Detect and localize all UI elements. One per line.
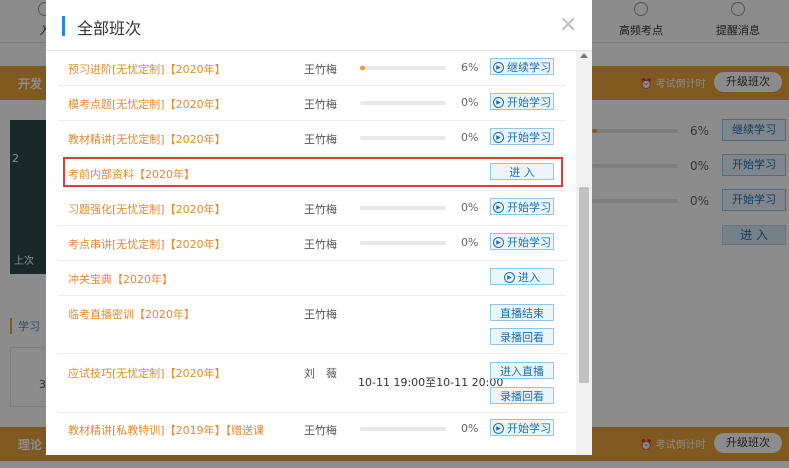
live-ended-button[interactable]: 直播结束 — [490, 304, 554, 321]
scroll-up-arrow-icon[interactable] — [580, 53, 588, 58]
progress-percent: 6% — [461, 61, 479, 74]
course-name-link[interactable]: 临考直播密训【2020年】 — [68, 306, 195, 322]
all-courses-modal: 全部班次 × 预习进阶[无忧定制]【2020年】 王竹梅 6% ▶ 继续学习 模考… — [46, 0, 592, 455]
progress-percent: 0% — [461, 131, 479, 144]
start-study-button[interactable]: ▶ 开始学习 — [490, 198, 554, 215]
course-row: 临考直播密训【2020年】 王竹梅 直播结束 录播回看 — [58, 296, 566, 354]
progress-bar — [360, 136, 446, 140]
enter-live-button[interactable]: 进入直播 — [490, 362, 554, 379]
modal-header: 全部班次 × — [46, 0, 592, 51]
play-icon: ▶ — [493, 422, 504, 434]
course-row: 模考点题[无忧定制]【2020年】 王竹梅 0% ▶ 开始学习 — [58, 86, 566, 121]
course-row: 教材精讲[无忧定制]【2020年】 王竹梅 0% ▶ 开始学习 — [58, 121, 566, 156]
course-name-link[interactable]: 习题强化[无忧定制]【2020年】 — [68, 201, 226, 217]
course-name-link[interactable]: 预习进阶[无忧定制]【2020年】 — [68, 61, 226, 77]
teacher-name: 王竹梅 — [304, 63, 337, 76]
button-label: 开始学习 — [507, 131, 551, 144]
close-icon[interactable]: × — [559, 12, 577, 38]
course-row: 应试技巧[无忧定制]【2020年】 刘 薇 10-11 19:00至10-11 … — [58, 354, 566, 413]
teacher-name: 王竹梅 — [304, 203, 337, 216]
start-study-button[interactable]: ▶ 开始学习 — [490, 419, 554, 436]
teacher-name: 王竹梅 — [304, 424, 337, 437]
scrollbar[interactable] — [576, 51, 592, 455]
progress-percent: 0% — [461, 422, 479, 435]
progress-bar — [360, 241, 446, 245]
course-row: 冲关宝典【2020年】 ▶ 进入 — [58, 261, 566, 296]
play-icon: ▶ — [493, 236, 504, 248]
teacher-name: 王竹梅 — [304, 98, 337, 111]
progress-bar — [360, 101, 446, 105]
button-label: 继续学习 — [507, 61, 551, 74]
progress-bar — [360, 206, 446, 210]
play-icon: ▶ — [493, 201, 504, 213]
course-name-link[interactable]: 应试技巧[无忧定制]【2020年】 — [68, 365, 226, 381]
play-icon: ▶ — [493, 131, 504, 143]
course-name-link[interactable]: 考点串讲[无忧定制]【2020年】 — [68, 236, 226, 252]
start-study-button[interactable]: ▶ 开始学习 — [490, 233, 554, 250]
play-icon: ▶ — [493, 61, 504, 73]
progress-fill — [360, 66, 366, 70]
course-row: 预习进阶[无忧定制]【2020年】 王竹梅 6% ▶ 继续学习 — [58, 51, 566, 86]
highlight-box — [63, 157, 563, 187]
teacher-name: 王竹梅 — [304, 133, 337, 146]
title-accent-bar — [62, 16, 65, 36]
button-label: 开始学习 — [507, 422, 551, 435]
progress-percent: 0% — [461, 236, 479, 249]
enter-button[interactable]: ▶ 进入 — [490, 268, 554, 285]
play-icon: ▶ — [504, 271, 515, 283]
live-time: 10-11 19:00至10-11 20:00 — [358, 376, 504, 389]
teacher-name: 刘 薇 — [304, 367, 337, 380]
course-row: 习题强化[无忧定制]【2020年】 王竹梅 0% ▶ 开始学习 — [58, 191, 566, 226]
course-name-link[interactable]: 模考点题[无忧定制]【2020年】 — [68, 96, 226, 112]
replay-button[interactable]: 录播回看 — [490, 328, 554, 345]
progress-percent: 0% — [461, 201, 479, 214]
button-label: 开始学习 — [507, 201, 551, 214]
course-name-link[interactable]: 教材精讲[无忧定制]【2020年】 — [68, 131, 226, 147]
course-list[interactable]: 预习进阶[无忧定制]【2020年】 王竹梅 6% ▶ 继续学习 模考点题[无忧定制… — [46, 51, 576, 455]
replay-button[interactable]: 录播回看 — [490, 387, 554, 404]
course-name-link[interactable]: 冲关宝典【2020年】 — [68, 271, 173, 287]
start-study-button[interactable]: ▶ 开始学习 — [490, 93, 554, 110]
progress-percent: 0% — [461, 96, 479, 109]
button-label: 开始学习 — [507, 236, 551, 249]
start-study-button[interactable]: ▶ 开始学习 — [490, 128, 554, 145]
button-label: 开始学习 — [507, 96, 551, 109]
continue-study-button[interactable]: ▶ 继续学习 — [490, 58, 554, 75]
course-name-link[interactable]: 教材精讲[私教特训]【2019年】【赠送课 — [68, 422, 264, 438]
teacher-name: 王竹梅 — [304, 238, 337, 251]
button-label: 进入 — [518, 271, 540, 284]
progress-bar — [360, 427, 446, 431]
teacher-name: 王竹梅 — [304, 308, 337, 321]
course-row: 考点串讲[无忧定制]【2020年】 王竹梅 0% ▶ 开始学习 — [58, 226, 566, 261]
play-icon: ▶ — [493, 96, 504, 108]
scrollbar-thumb[interactable] — [579, 187, 589, 383]
progress-bar — [360, 66, 446, 70]
modal-title: 全部班次 — [77, 19, 142, 38]
course-row: 教材精讲[私教特训]【2019年】【赠送课 王竹梅 0% ▶ 开始学习 — [58, 413, 566, 447]
